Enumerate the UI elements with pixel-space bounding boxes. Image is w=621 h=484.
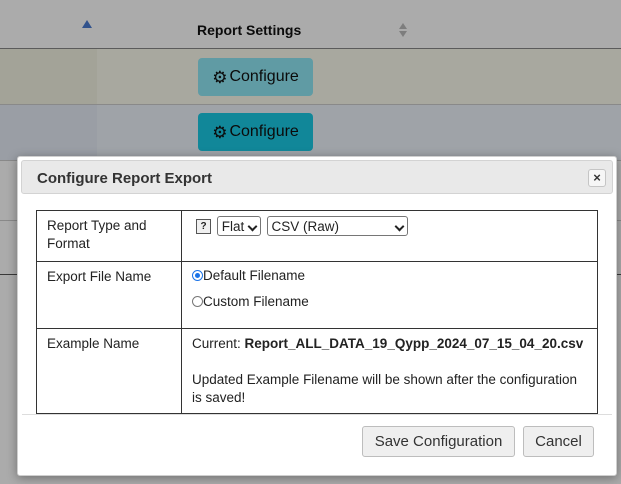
custom-filename-label: Custom Filename: [203, 293, 309, 309]
example-name-cell: Current: Report_ALL_DATA_19_Qypp_2024_07…: [181, 328, 598, 414]
configure-report-export-dialog: Configure Report Export × Report Type an…: [17, 156, 617, 476]
report-format-selected-value: CSV (Raw): [271, 219, 340, 234]
default-filename-radio[interactable]: [192, 269, 203, 281]
current-prefix: Current:: [192, 336, 241, 351]
example-name-label: Example Name: [36, 328, 182, 414]
table-row: Report Type and Format ? Flat CSV (Raw): [36, 210, 598, 262]
export-file-name-cell: Default Filename Custom Filename: [181, 261, 598, 329]
table-row: Example Name Current: Report_ALL_DATA_19…: [36, 328, 598, 414]
chevron-down-icon: [394, 221, 404, 232]
report-type-select[interactable]: Flat: [216, 216, 261, 236]
example-note: Updated Example Filename will be shown a…: [192, 372, 577, 405]
report-format-select[interactable]: CSV (Raw): [266, 216, 408, 236]
custom-filename-radio[interactable]: [192, 295, 203, 307]
help-icon[interactable]: ?: [196, 218, 211, 234]
dialog-footer-divider: [22, 414, 612, 415]
table-row: Export File Name Default Filename Custom…: [36, 261, 598, 329]
settings-table: Report Type and Format ? Flat CSV (Raw) …: [36, 210, 598, 414]
default-filename-option[interactable]: Default Filename: [192, 264, 597, 286]
cancel-button[interactable]: Cancel: [523, 426, 594, 457]
close-icon[interactable]: ×: [588, 169, 606, 187]
custom-filename-option[interactable]: Custom Filename: [192, 290, 597, 312]
dialog-title: Configure Report Export: [37, 170, 212, 187]
chevron-down-icon: [247, 221, 258, 232]
save-configuration-button[interactable]: Save Configuration: [362, 426, 515, 457]
report-type-cell: ? Flat CSV (Raw): [181, 210, 598, 262]
report-type-label: Report Type and Format: [36, 210, 182, 262]
export-file-name-label: Export File Name: [36, 261, 182, 329]
report-type-selected-value: Flat: [221, 219, 245, 234]
current-filename: Report_ALL_DATA_19_Qypp_2024_07_15_04_20…: [244, 336, 584, 351]
default-filename-label: Default Filename: [203, 267, 306, 283]
dialog-titlebar: Configure Report Export ×: [21, 160, 613, 194]
